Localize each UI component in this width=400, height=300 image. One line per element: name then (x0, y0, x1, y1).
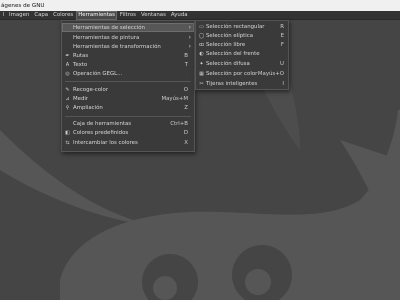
submenu-item-rect-select[interactable]: ▭ Selección rectangular R (196, 22, 288, 31)
measure-icon: ⊿ (65, 95, 70, 102)
menu-item-selection-tools[interactable]: Herramientas de selección › (62, 23, 194, 32)
menu-item-transform-tools[interactable]: Herramientas de transformación › (62, 42, 194, 51)
menu-item-color-picker[interactable]: ✎ Recoge-color O (62, 85, 194, 94)
submenu-item-ellipse-select[interactable]: ◯ Selección elíptica E (196, 31, 288, 40)
menu-item-paint-tools[interactable]: Herramientas de pintura › (62, 33, 194, 42)
tools-menu: Herramientas de selección › Herramientas… (61, 20, 195, 152)
paths-icon: ✒ (65, 52, 70, 59)
submenu-item-select-by-color[interactable]: ▦ Selección por color Mayús+O (196, 69, 288, 78)
submenu-item-foreground-select[interactable]: ◐ Selección del frente (196, 49, 288, 58)
gegl-icon: ◎ (65, 70, 70, 77)
chevron-right-icon: › (188, 43, 191, 50)
color-picker-icon: ✎ (65, 86, 70, 93)
window-title: ágenes de GNU (1, 2, 45, 9)
menu-item-default-colors[interactable]: ◧ Colores predefinidos D (62, 128, 194, 137)
menu-filters[interactable]: Filtros (117, 11, 138, 20)
menu-bar: l Imagen Capa Colores Herramientas Filtr… (0, 10, 400, 20)
menu-colors[interactable]: Colores (51, 11, 76, 20)
menu-item-measure[interactable]: ⊿ Medir Mayús+M (62, 94, 194, 103)
submenu-item-scissors-select[interactable]: ✂ Tijeras inteligentes I (196, 79, 288, 88)
submenu-item-fuzzy-select[interactable]: ✦ Selección difusa U (196, 59, 288, 68)
menu-help[interactable]: Ayuda (168, 11, 190, 20)
watermark-right-pupil (245, 269, 271, 295)
chevron-right-icon: › (188, 34, 191, 41)
menu-item-zoom[interactable]: ⚲ Ampliación Z (62, 103, 194, 112)
foreground-select-icon: ◐ (199, 50, 204, 57)
select-by-color-icon: ▦ (199, 70, 204, 77)
menu-separator (65, 81, 191, 82)
selection-tools-submenu: ▭ Selección rectangular R ◯ Selección el… (195, 20, 289, 90)
window-title-bar: ágenes de GNU (0, 0, 400, 11)
menu-image[interactable]: Imagen (7, 11, 32, 20)
menu-windows[interactable]: Ventanas (138, 11, 168, 20)
watermark-left-pupil (153, 276, 177, 300)
menu-item-swap-colors[interactable]: ⇆ Intercambiar los colores X (62, 138, 194, 147)
menu-item-paths[interactable]: ✒ Rutas B (62, 51, 194, 60)
rect-select-icon: ▭ (199, 23, 204, 30)
menu-separator (65, 116, 191, 117)
free-select-icon: ꝏ (198, 41, 205, 48)
ellipse-select-icon: ◯ (198, 32, 205, 39)
zoom-icon: ⚲ (65, 104, 70, 111)
text-tool-icon: A (65, 61, 70, 68)
menu-layer[interactable]: Capa (32, 11, 51, 20)
menu-item-gegl[interactable]: ◎ Operación GEGL... (62, 69, 194, 78)
fuzzy-select-icon: ✦ (199, 60, 204, 67)
swap-colors-icon: ⇆ (65, 139, 70, 146)
chevron-right-icon: › (188, 24, 191, 31)
default-colors-icon: ◧ (65, 129, 70, 136)
menu-item-text[interactable]: A Texto T (62, 60, 194, 69)
submenu-item-free-select[interactable]: ꝏ Selección libre F (196, 40, 288, 49)
menu-item-toolbox[interactable]: Caja de herramientas Ctrl+B (62, 119, 194, 128)
menu-tools[interactable]: Herramientas (75, 10, 118, 20)
scissors-icon: ✂ (199, 80, 204, 87)
